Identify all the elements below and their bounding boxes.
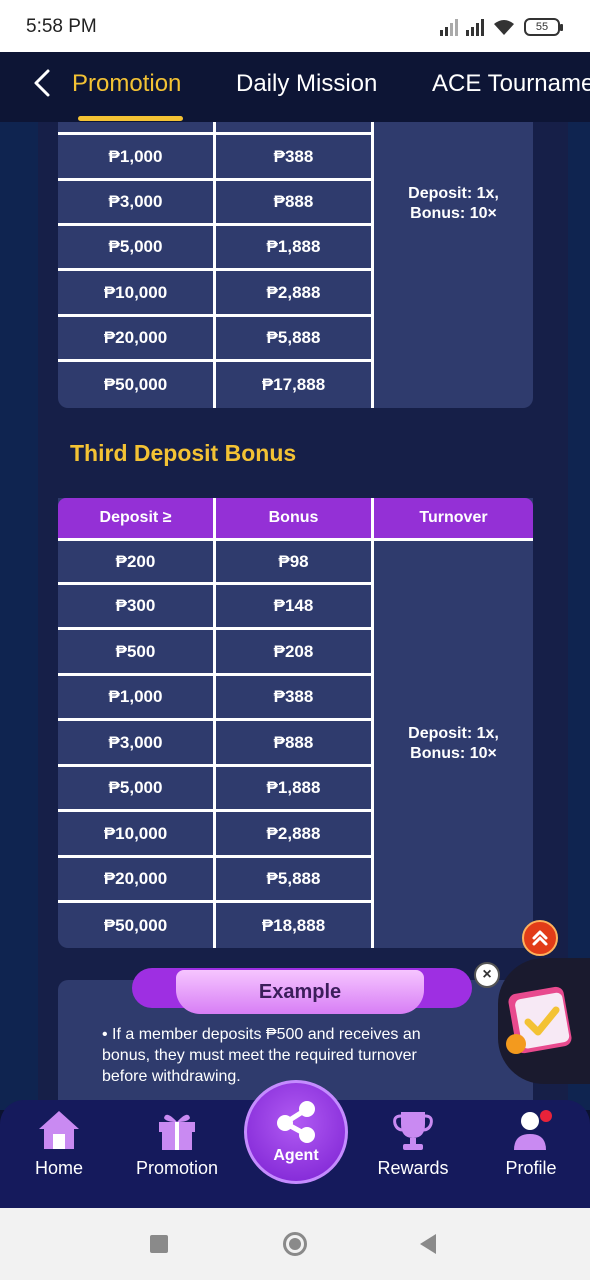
bonus-cell: ₱148: [273, 596, 314, 615]
profile-icon: [514, 1110, 552, 1150]
second-deposit-table: ₱1,000 ₱388 ₱3,000 ₱888 ₱5,000 ₱1,888 ₱1…: [58, 122, 533, 408]
nav-label: Promotion: [135, 1158, 219, 1178]
nav-home[interactable]: Home: [4, 1108, 114, 1179]
nav-agent[interactable]: Agent: [244, 1080, 348, 1184]
double-chevron-up-icon: [532, 930, 548, 946]
bonus-cell: ₱888: [273, 732, 314, 752]
nav-label: Rewards: [377, 1158, 449, 1178]
deposit-cell: ₱10,000: [103, 282, 168, 302]
wifi-icon: [494, 20, 514, 35]
bonus-cell: ₱1,888: [266, 778, 321, 797]
back-arrow-icon[interactable]: [28, 68, 58, 98]
scroll-to-top-button[interactable]: [522, 920, 558, 956]
turnover-line: Deposit: 1x,: [408, 725, 499, 742]
status-time: 5:58 PM: [26, 16, 97, 37]
tab-promotion[interactable]: Promotion: [72, 70, 181, 98]
nav-label: Home: [34, 1158, 83, 1178]
back-triangle-icon[interactable]: [420, 1234, 436, 1254]
turnover-line: Bonus: 10×: [410, 205, 497, 222]
deposit-cell: ₱5,000: [108, 237, 163, 256]
nav-profile[interactable]: Profile: [476, 1108, 586, 1179]
calendar-checkin-icon: [506, 986, 572, 1054]
bonus-cell: ₱388: [273, 146, 314, 166]
home-circle-icon[interactable]: [283, 1232, 307, 1256]
section-title: Third Deposit Bonus: [70, 440, 297, 466]
deposit-cell: ₱10,000: [103, 823, 168, 843]
deposit-cell: ₱300: [115, 596, 156, 615]
turnover-text: Deposit: 1x, Bonus: 10×: [374, 184, 533, 224]
bonus-cell: ₱2,888: [266, 282, 321, 302]
tab-ace-tournament[interactable]: ACE Tourname: [432, 70, 590, 98]
header-turnover: Turnover: [419, 509, 488, 526]
turnover-line: Deposit: 1x,: [408, 185, 499, 202]
promotion-content[interactable]: ₱1,000 ₱388 ₱3,000 ₱888 ₱5,000 ₱1,888 ₱1…: [0, 122, 590, 1110]
top-tab-bar: Promotion Daily Mission ACE Tourname: [0, 52, 590, 122]
turnover-line: Bonus: 10×: [410, 745, 497, 762]
deposit-cell: ₱1,000: [108, 687, 163, 706]
deposit-cell: ₱1,000: [108, 146, 163, 166]
status-bar: 5:58 PM 55: [0, 0, 590, 52]
bonus-cell: ₱18,888: [261, 915, 326, 935]
example-text: • If a member deposits ₱500 and receives…: [102, 1026, 421, 1085]
close-widget-button[interactable]: ×: [474, 962, 500, 988]
deposit-cell: ₱500: [115, 641, 156, 661]
active-tab-indicator: [78, 116, 183, 121]
gift-icon: [159, 1114, 195, 1150]
example-title: Example: [176, 970, 424, 1014]
share-icon: [277, 1101, 315, 1143]
header-bonus: Bonus: [268, 509, 319, 526]
status-icons: 55: [440, 16, 563, 38]
bonus-cell: ₱2,888: [266, 823, 321, 843]
bonus-cell: ₱1,888: [266, 237, 321, 256]
floating-reward-widget[interactable]: [498, 958, 590, 1084]
deposit-cell: ₱50,000: [103, 915, 168, 935]
bonus-cell: ₱388: [273, 687, 314, 706]
deposit-cell: ₱5,000: [108, 778, 163, 797]
bonus-cell: ₱98: [278, 551, 309, 571]
nav-rewards[interactable]: Rewards: [358, 1108, 468, 1179]
signal-icon: [440, 18, 458, 36]
home-icon: [39, 1111, 79, 1149]
deposit-cell: ₱3,000: [108, 732, 163, 752]
tab-daily-mission[interactable]: Daily Mission: [236, 70, 377, 98]
turnover-text: Deposit: 1x, Bonus: 10×: [374, 724, 533, 764]
nav-label: Profile: [505, 1158, 557, 1178]
column-divider: [371, 498, 374, 948]
header-deposit: Deposit ≥: [99, 509, 172, 526]
left-gutter: [0, 122, 38, 1110]
deposit-cell: ₱20,000: [103, 328, 168, 347]
system-navigation-bar: [0, 1208, 590, 1280]
column-divider: [371, 122, 374, 408]
nav-label: Agent: [273, 1147, 319, 1164]
bonus-cell: ₱208: [273, 641, 314, 661]
battery-icon: 55: [524, 18, 563, 36]
deposit-cell: ₱20,000: [103, 869, 168, 888]
table-header: Deposit ≥ Bonus Turnover: [58, 498, 533, 538]
deposit-cell: ₱3,000: [108, 192, 163, 211]
nav-promotion[interactable]: Promotion: [122, 1108, 232, 1179]
recent-apps-icon[interactable]: [150, 1235, 168, 1253]
third-deposit-table: Deposit ≥ Bonus Turnover ₱200 ₱98 ₱300 ₱…: [58, 498, 533, 948]
deposit-cell: ₱200: [115, 551, 156, 571]
deposit-cell: ₱50,000: [103, 375, 168, 394]
bonus-cell: ₱5,888: [266, 328, 321, 347]
bonus-cell: ₱17,888: [261, 375, 326, 394]
bonus-cell: ₱888: [273, 192, 314, 211]
bonus-cell: ₱5,888: [266, 869, 321, 888]
trophy-icon: [393, 1112, 433, 1150]
signal-icon-2: [466, 18, 484, 36]
